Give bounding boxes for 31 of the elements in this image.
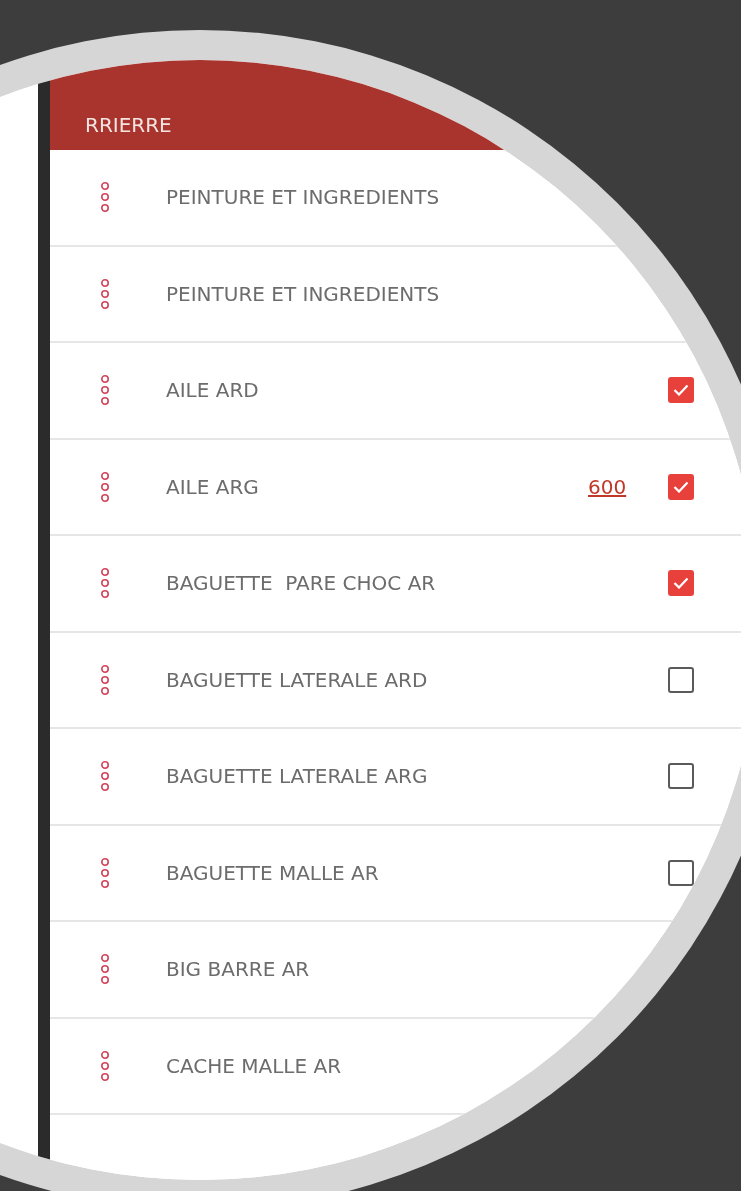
check-icon bbox=[673, 577, 689, 590]
more-dots-icon[interactable] bbox=[100, 470, 110, 503]
item-label: BAGUETTE LATERALE ARD bbox=[166, 666, 429, 694]
item-label: BAGUETTE LATERALE ARG bbox=[166, 763, 429, 791]
checkbox[interactable] bbox=[668, 473, 694, 500]
checkbox[interactable] bbox=[668, 377, 694, 404]
more-dots-icon[interactable] bbox=[100, 181, 110, 214]
checkbox[interactable] bbox=[668, 666, 694, 693]
item-label: AILE ARD bbox=[166, 377, 260, 405]
more-dots-icon[interactable] bbox=[100, 1049, 110, 1082]
item-label: BAGUETTE PARE CHOC AR bbox=[166, 570, 437, 598]
amount-link[interactable]: 600 bbox=[588, 471, 658, 502]
more-dots-icon[interactable] bbox=[100, 567, 110, 600]
more-dots-icon[interactable] bbox=[100, 760, 110, 793]
checkbox[interactable] bbox=[668, 859, 694, 886]
header-title: RRIERRE bbox=[85, 112, 172, 139]
item-label: PEINTURE ET INGREDIENTS bbox=[166, 184, 441, 212]
item-label: BIG BARRE AR bbox=[166, 956, 311, 984]
item-label: AILE ARG bbox=[166, 473, 260, 501]
more-dots-icon[interactable] bbox=[100, 953, 110, 986]
item-label: BAGUETTE MALLE AR bbox=[166, 859, 380, 887]
more-dots-icon[interactable] bbox=[100, 277, 110, 310]
check-icon bbox=[673, 384, 689, 397]
item-label: CACHE MALLE AR bbox=[166, 1052, 343, 1080]
check-icon bbox=[673, 480, 689, 493]
more-dots-icon[interactable] bbox=[100, 663, 110, 696]
checkbox[interactable] bbox=[668, 570, 694, 597]
item-label: PEINTURE ET INGREDIENTS bbox=[166, 280, 441, 308]
checkbox[interactable] bbox=[668, 763, 694, 790]
more-dots-icon[interactable] bbox=[100, 856, 110, 889]
more-dots-icon[interactable] bbox=[100, 374, 110, 407]
